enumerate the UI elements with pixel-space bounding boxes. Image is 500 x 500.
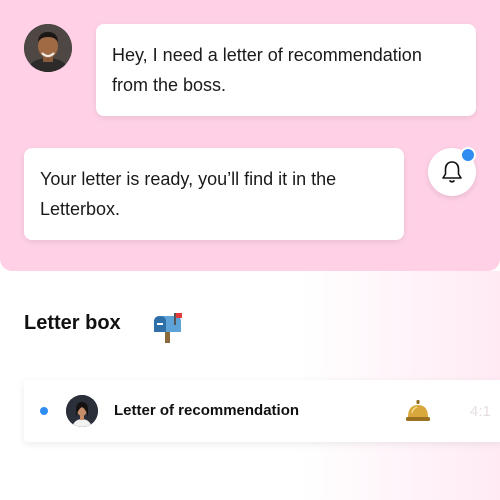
user-message-line: from the boss. xyxy=(112,75,227,95)
mailbox-icon xyxy=(150,310,186,344)
letter-list-item[interactable]: Letter of recommendation 4:1 xyxy=(24,380,500,442)
unread-indicator xyxy=(40,407,48,415)
bell-icon xyxy=(442,161,462,183)
sender-avatar xyxy=(66,395,98,427)
service-bell-icon xyxy=(405,398,431,424)
assistant-message-line: Your letter is ready, you’ll find it in … xyxy=(40,169,337,189)
user-message-bubble: Hey, I need a letter of recommendation f… xyxy=(96,24,476,116)
user-avatar xyxy=(24,24,72,72)
assistant-message-line: Letterbox. xyxy=(40,199,121,219)
user-message-line: Hey, I need a letter of recommendation xyxy=(112,45,422,65)
assistant-message-bubble: Your letter is ready, you’ll find it in … xyxy=(24,148,404,240)
letter-title: Letter of recommendation xyxy=(114,402,300,419)
notification-badge xyxy=(460,147,476,163)
letter-time: 4:1 xyxy=(470,403,491,420)
letterbox-title: Letter box xyxy=(24,312,121,334)
